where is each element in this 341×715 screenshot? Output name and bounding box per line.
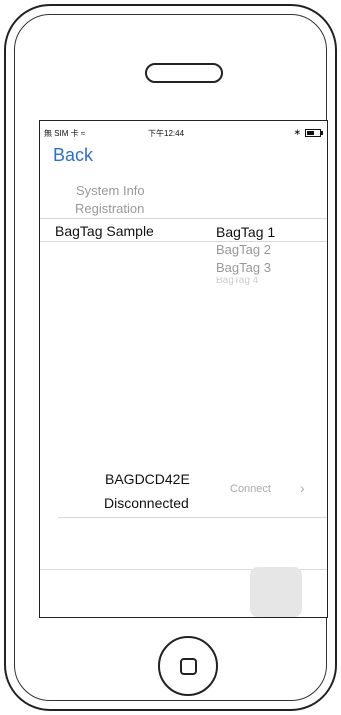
- home-square-icon: [179, 657, 197, 675]
- app-screen: 無 SIM 卡 ≈ 下午12:44 ∗ Back System Info Reg…: [39, 120, 328, 618]
- back-button[interactable]: Back: [53, 145, 93, 166]
- chevron-right-icon[interactable]: ›: [300, 480, 305, 496]
- bagtag-picker[interactable]: BagTag 1 BagTag 2 BagTag 3 BagTag 4: [216, 223, 306, 285]
- device-status: Disconnected: [104, 495, 189, 511]
- picker-option[interactable]: BagTag 3: [216, 259, 306, 277]
- speaker-grille: [145, 63, 223, 83]
- divider: [58, 517, 327, 518]
- home-button[interactable]: [158, 636, 218, 696]
- divider: [40, 218, 327, 219]
- sample-label: BagTag Sample: [55, 223, 154, 239]
- device-name: BAGDCD42E: [105, 471, 190, 487]
- picker-selected-option[interactable]: BagTag 1: [216, 223, 306, 241]
- floating-button[interactable]: [250, 567, 302, 617]
- battery-icon: [305, 128, 323, 137]
- picker-option[interactable]: BagTag 4: [216, 277, 306, 285]
- status-bar: 無 SIM 卡 ≈ 下午12:44 ∗: [40, 121, 327, 143]
- menu-item-registration[interactable]: Registration: [75, 201, 144, 216]
- menu-item-system-info[interactable]: System Info: [76, 183, 145, 198]
- status-icons: ∗: [293, 127, 323, 138]
- carrier-text: 無 SIM 卡 ≈: [44, 129, 86, 138]
- bluetooth-icon: ∗: [293, 127, 301, 137]
- status-time: 下午12:44: [148, 129, 185, 138]
- picker-option[interactable]: BagTag 2: [216, 241, 306, 259]
- connect-button[interactable]: Connect: [230, 483, 271, 495]
